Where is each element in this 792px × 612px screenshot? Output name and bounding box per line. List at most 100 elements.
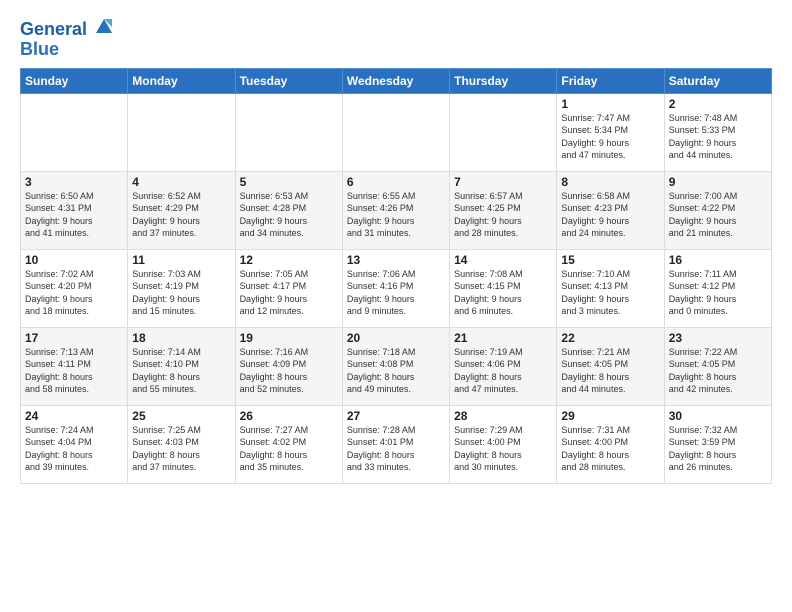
day-info: Sunrise: 7:03 AM Sunset: 4:19 PM Dayligh… <box>132 268 230 318</box>
calendar-cell: 22Sunrise: 7:21 AM Sunset: 4:05 PM Dayli… <box>557 327 664 405</box>
day-info: Sunrise: 7:48 AM Sunset: 5:33 PM Dayligh… <box>669 112 767 162</box>
weekday-header: Thursday <box>450 68 557 93</box>
calendar-week-row: 17Sunrise: 7:13 AM Sunset: 4:11 PM Dayli… <box>21 327 772 405</box>
calendar-cell: 5Sunrise: 6:53 AM Sunset: 4:28 PM Daylig… <box>235 171 342 249</box>
day-number: 17 <box>25 331 123 345</box>
day-info: Sunrise: 7:31 AM Sunset: 4:00 PM Dayligh… <box>561 424 659 474</box>
calendar-cell: 26Sunrise: 7:27 AM Sunset: 4:02 PM Dayli… <box>235 405 342 483</box>
day-number: 29 <box>561 409 659 423</box>
day-info: Sunrise: 7:24 AM Sunset: 4:04 PM Dayligh… <box>25 424 123 474</box>
day-info: Sunrise: 7:00 AM Sunset: 4:22 PM Dayligh… <box>669 190 767 240</box>
day-info: Sunrise: 6:57 AM Sunset: 4:25 PM Dayligh… <box>454 190 552 240</box>
day-number: 30 <box>669 409 767 423</box>
day-number: 8 <box>561 175 659 189</box>
calendar-cell <box>235 93 342 171</box>
calendar-cell: 12Sunrise: 7:05 AM Sunset: 4:17 PM Dayli… <box>235 249 342 327</box>
calendar-cell: 28Sunrise: 7:29 AM Sunset: 4:00 PM Dayli… <box>450 405 557 483</box>
calendar-cell: 19Sunrise: 7:16 AM Sunset: 4:09 PM Dayli… <box>235 327 342 405</box>
day-info: Sunrise: 7:32 AM Sunset: 3:59 PM Dayligh… <box>669 424 767 474</box>
day-number: 2 <box>669 97 767 111</box>
day-number: 24 <box>25 409 123 423</box>
calendar-week-row: 1Sunrise: 7:47 AM Sunset: 5:34 PM Daylig… <box>21 93 772 171</box>
day-number: 22 <box>561 331 659 345</box>
calendar-cell: 21Sunrise: 7:19 AM Sunset: 4:06 PM Dayli… <box>450 327 557 405</box>
day-info: Sunrise: 6:50 AM Sunset: 4:31 PM Dayligh… <box>25 190 123 240</box>
day-info: Sunrise: 7:19 AM Sunset: 4:06 PM Dayligh… <box>454 346 552 396</box>
day-info: Sunrise: 7:10 AM Sunset: 4:13 PM Dayligh… <box>561 268 659 318</box>
logo-blue: Blue <box>20 40 114 60</box>
calendar-cell: 27Sunrise: 7:28 AM Sunset: 4:01 PM Dayli… <box>342 405 449 483</box>
calendar-cell: 20Sunrise: 7:18 AM Sunset: 4:08 PM Dayli… <box>342 327 449 405</box>
weekday-header: Wednesday <box>342 68 449 93</box>
calendar-cell: 24Sunrise: 7:24 AM Sunset: 4:04 PM Dayli… <box>21 405 128 483</box>
day-info: Sunrise: 7:06 AM Sunset: 4:16 PM Dayligh… <box>347 268 445 318</box>
calendar-week-row: 10Sunrise: 7:02 AM Sunset: 4:20 PM Dayli… <box>21 249 772 327</box>
day-info: Sunrise: 6:58 AM Sunset: 4:23 PM Dayligh… <box>561 190 659 240</box>
weekday-header: Saturday <box>664 68 771 93</box>
day-info: Sunrise: 7:22 AM Sunset: 4:05 PM Dayligh… <box>669 346 767 396</box>
day-info: Sunrise: 7:11 AM Sunset: 4:12 PM Dayligh… <box>669 268 767 318</box>
logo-icon <box>94 15 114 35</box>
day-number: 10 <box>25 253 123 267</box>
weekday-header: Monday <box>128 68 235 93</box>
calendar-cell <box>450 93 557 171</box>
day-number: 26 <box>240 409 338 423</box>
weekday-header: Sunday <box>21 68 128 93</box>
day-number: 12 <box>240 253 338 267</box>
day-number: 16 <box>669 253 767 267</box>
weekday-header: Tuesday <box>235 68 342 93</box>
day-number: 15 <box>561 253 659 267</box>
day-number: 14 <box>454 253 552 267</box>
day-info: Sunrise: 7:14 AM Sunset: 4:10 PM Dayligh… <box>132 346 230 396</box>
calendar-cell: 8Sunrise: 6:58 AM Sunset: 4:23 PM Daylig… <box>557 171 664 249</box>
day-info: Sunrise: 7:05 AM Sunset: 4:17 PM Dayligh… <box>240 268 338 318</box>
calendar-cell <box>128 93 235 171</box>
weekday-header: Friday <box>557 68 664 93</box>
calendar-cell: 25Sunrise: 7:25 AM Sunset: 4:03 PM Dayli… <box>128 405 235 483</box>
day-info: Sunrise: 7:16 AM Sunset: 4:09 PM Dayligh… <box>240 346 338 396</box>
calendar-cell: 1Sunrise: 7:47 AM Sunset: 5:34 PM Daylig… <box>557 93 664 171</box>
calendar-cell: 29Sunrise: 7:31 AM Sunset: 4:00 PM Dayli… <box>557 405 664 483</box>
day-info: Sunrise: 7:21 AM Sunset: 4:05 PM Dayligh… <box>561 346 659 396</box>
day-info: Sunrise: 7:02 AM Sunset: 4:20 PM Dayligh… <box>25 268 123 318</box>
day-number: 18 <box>132 331 230 345</box>
calendar-cell: 10Sunrise: 7:02 AM Sunset: 4:20 PM Dayli… <box>21 249 128 327</box>
day-number: 19 <box>240 331 338 345</box>
calendar-cell: 11Sunrise: 7:03 AM Sunset: 4:19 PM Dayli… <box>128 249 235 327</box>
day-number: 23 <box>669 331 767 345</box>
day-number: 11 <box>132 253 230 267</box>
day-info: Sunrise: 7:27 AM Sunset: 4:02 PM Dayligh… <box>240 424 338 474</box>
calendar-cell: 30Sunrise: 7:32 AM Sunset: 3:59 PM Dayli… <box>664 405 771 483</box>
day-info: Sunrise: 6:53 AM Sunset: 4:28 PM Dayligh… <box>240 190 338 240</box>
calendar-cell: 14Sunrise: 7:08 AM Sunset: 4:15 PM Dayli… <box>450 249 557 327</box>
day-info: Sunrise: 6:55 AM Sunset: 4:26 PM Dayligh… <box>347 190 445 240</box>
calendar-cell: 4Sunrise: 6:52 AM Sunset: 4:29 PM Daylig… <box>128 171 235 249</box>
day-info: Sunrise: 6:52 AM Sunset: 4:29 PM Dayligh… <box>132 190 230 240</box>
day-number: 6 <box>347 175 445 189</box>
day-number: 4 <box>132 175 230 189</box>
calendar-cell <box>342 93 449 171</box>
day-number: 5 <box>240 175 338 189</box>
calendar-cell <box>21 93 128 171</box>
calendar-table: SundayMondayTuesdayWednesdayThursdayFrid… <box>20 68 772 484</box>
logo: General Blue <box>20 20 114 60</box>
day-number: 25 <box>132 409 230 423</box>
day-info: Sunrise: 7:08 AM Sunset: 4:15 PM Dayligh… <box>454 268 552 318</box>
calendar-cell: 2Sunrise: 7:48 AM Sunset: 5:33 PM Daylig… <box>664 93 771 171</box>
day-info: Sunrise: 7:47 AM Sunset: 5:34 PM Dayligh… <box>561 112 659 162</box>
calendar-week-row: 24Sunrise: 7:24 AM Sunset: 4:04 PM Dayli… <box>21 405 772 483</box>
day-number: 9 <box>669 175 767 189</box>
calendar-cell: 13Sunrise: 7:06 AM Sunset: 4:16 PM Dayli… <box>342 249 449 327</box>
day-number: 3 <box>25 175 123 189</box>
calendar-week-row: 3Sunrise: 6:50 AM Sunset: 4:31 PM Daylig… <box>21 171 772 249</box>
calendar-cell: 9Sunrise: 7:00 AM Sunset: 4:22 PM Daylig… <box>664 171 771 249</box>
calendar-cell: 16Sunrise: 7:11 AM Sunset: 4:12 PM Dayli… <box>664 249 771 327</box>
day-info: Sunrise: 7:25 AM Sunset: 4:03 PM Dayligh… <box>132 424 230 474</box>
header: General Blue <box>20 16 772 60</box>
day-info: Sunrise: 7:29 AM Sunset: 4:00 PM Dayligh… <box>454 424 552 474</box>
calendar-cell: 7Sunrise: 6:57 AM Sunset: 4:25 PM Daylig… <box>450 171 557 249</box>
calendar-cell: 15Sunrise: 7:10 AM Sunset: 4:13 PM Dayli… <box>557 249 664 327</box>
day-number: 7 <box>454 175 552 189</box>
day-number: 28 <box>454 409 552 423</box>
day-info: Sunrise: 7:13 AM Sunset: 4:11 PM Dayligh… <box>25 346 123 396</box>
